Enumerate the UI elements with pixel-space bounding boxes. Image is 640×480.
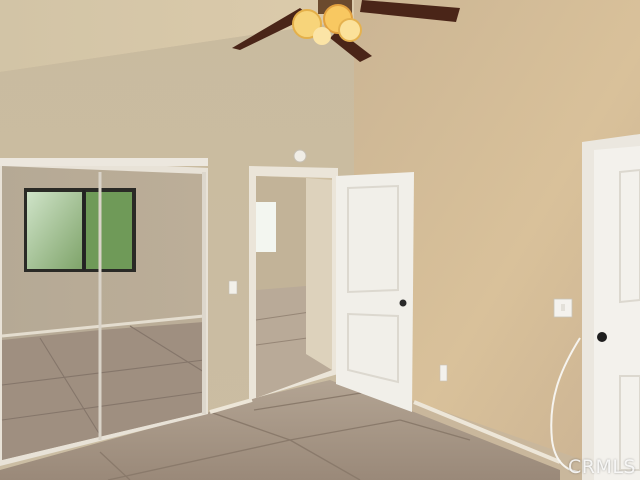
- fan-light-3: [338, 18, 362, 42]
- bedroom-scene: [0, 0, 640, 480]
- light-switch-left: [228, 280, 238, 295]
- wall-outlet: [439, 364, 448, 382]
- bedroom-door-open: [336, 172, 414, 412]
- door-knob: [399, 299, 407, 307]
- smoke-detector: [293, 149, 307, 163]
- hall-doorway: [249, 166, 338, 400]
- hall-window: [256, 202, 276, 252]
- closed-door-right: [582, 134, 640, 480]
- watermark: CRMLS: [567, 456, 636, 478]
- bedroom-photo: CRMLS: [0, 0, 640, 480]
- door-knob-right: [597, 332, 607, 342]
- mirrored-closet: [0, 158, 208, 466]
